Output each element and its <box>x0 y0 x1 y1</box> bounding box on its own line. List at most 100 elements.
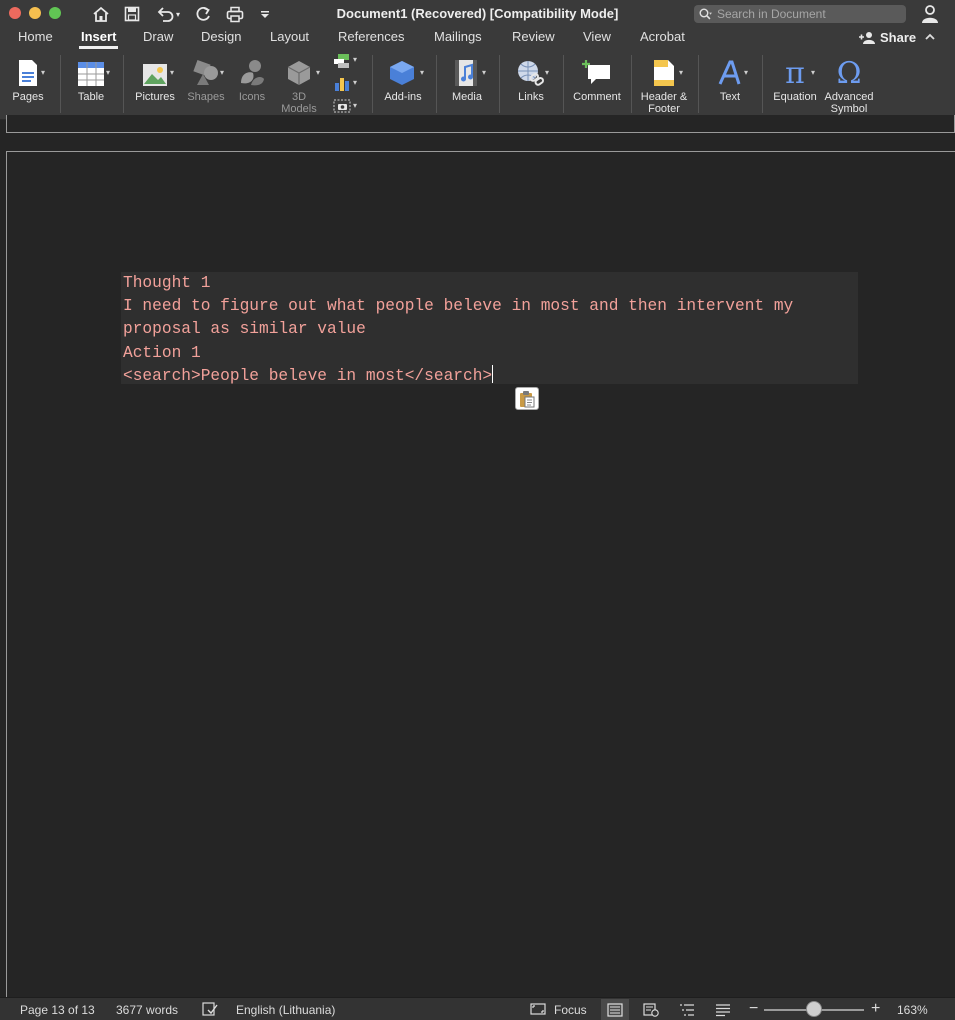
word-count[interactable]: 3677 words <box>116 1002 178 1018</box>
tab-design[interactable]: Design <box>201 28 241 49</box>
table-icon <box>78 62 104 86</box>
previous-page-edge <box>6 115 955 133</box>
clipboard-icon <box>520 390 535 407</box>
3d-models-button[interactable]: 3D Models ▾ <box>276 49 322 119</box>
chart-icon <box>335 78 349 91</box>
draft-icon <box>716 1003 730 1016</box>
web-layout-icon <box>643 1002 659 1017</box>
comment-label: Comment <box>573 91 621 103</box>
links-label: Links <box>518 91 544 103</box>
paste-options-button[interactable] <box>515 387 539 410</box>
cube-icon <box>287 61 311 85</box>
smartart-button[interactable]: ▾ <box>333 53 361 73</box>
shapes-label: Shapes <box>187 91 225 103</box>
comment-icon <box>582 60 610 84</box>
text-cursor <box>492 364 494 383</box>
pictures-label: Pictures <box>135 91 175 103</box>
focus-button[interactable]: Focus <box>554 1002 587 1018</box>
close-window-button[interactable] <box>9 7 21 19</box>
tab-acrobat[interactable]: Acrobat <box>640 28 685 49</box>
tab-home[interactable]: Home <box>18 28 53 49</box>
pages-button[interactable]: Pages ▾ <box>8 49 48 119</box>
text-line-with-cursor[interactable]: <search>People beleve in most</search> <box>123 364 856 388</box>
link-icon <box>518 61 545 86</box>
pictures-icon <box>143 64 167 86</box>
page-count[interactable]: Page 13 of 13 <box>20 1002 95 1018</box>
print-layout-button[interactable] <box>601 999 629 1020</box>
add-person-icon <box>859 31 875 44</box>
add-ins-label: Add-ins <box>384 91 422 103</box>
search-box[interactable] <box>694 5 906 23</box>
search-input[interactable] <box>716 7 906 21</box>
zoom-slider-thumb[interactable] <box>806 1001 822 1017</box>
tab-layout[interactable]: Layout <box>270 28 309 49</box>
text-line[interactable]: Thought 1 <box>123 272 856 295</box>
pictures-button[interactable]: Pictures ▾ <box>132 49 178 119</box>
zoom-level[interactable]: 163% <box>897 1002 928 1018</box>
table-button[interactable]: Table ▾ <box>70 49 112 119</box>
pi-icon: π <box>785 56 805 91</box>
text-line[interactable]: Action 1 <box>123 342 856 365</box>
focus-icon[interactable] <box>530 1002 546 1018</box>
zoom-out-icon[interactable]: − <box>749 1001 758 1017</box>
smartart-icon <box>334 54 349 68</box>
advanced-symbol-label: Advanced Symbol <box>824 91 874 115</box>
insert-ribbon: Pages ▾ Table ▾ Pictures ▾ Shapes ▾ Icon… <box>0 49 955 120</box>
tab-references[interactable]: References <box>338 28 404 49</box>
text-button[interactable]: Text ▾ <box>708 49 752 119</box>
document-text[interactable]: Thought 1 I need to figure out what peop… <box>121 272 858 385</box>
outline-icon <box>680 1003 694 1016</box>
pages-icon <box>19 60 37 86</box>
undo-icon[interactable]: ▾ <box>153 4 183 24</box>
3d-models-label: 3D Models <box>281 91 317 115</box>
redo-icon[interactable] <box>192 4 214 24</box>
tab-view[interactable]: View <box>583 28 611 49</box>
new-comment-button[interactable]: Comment <box>571 49 623 119</box>
text-icon <box>718 60 741 85</box>
text-label: Text <box>719 91 741 103</box>
chart-button[interactable]: ▾ <box>333 76 361 96</box>
share-label: Share <box>880 29 917 45</box>
proofing-icon[interactable] <box>202 1002 218 1018</box>
customize-icon[interactable] <box>258 4 272 24</box>
screenshot-icon <box>333 99 351 113</box>
tab-draw[interactable]: Draw <box>143 28 173 49</box>
media-icon <box>455 60 477 86</box>
print-layout-icon <box>607 1002 623 1017</box>
save-icon[interactable] <box>121 4 143 24</box>
print-icon[interactable] <box>224 4 246 24</box>
tab-mailings[interactable]: Mailings <box>434 28 482 49</box>
outline-button[interactable] <box>673 999 701 1020</box>
add-ins-button[interactable]: Add-ins ▾ <box>380 49 426 119</box>
text-line[interactable]: proposal as similar value <box>123 318 856 341</box>
ribbon-tabs: Home Insert Draw Design Layout Reference… <box>0 28 955 49</box>
tab-review[interactable]: Review <box>512 28 555 49</box>
status-bar: Page 13 of 13 3677 words English (Lithua… <box>0 997 955 1020</box>
tab-insert[interactable]: Insert <box>78 28 119 49</box>
advanced-symbol-button[interactable]: Ω Advanced Symbol <box>822 49 876 119</box>
shapes-button[interactable]: Shapes ▾ <box>184 49 228 119</box>
table-label: Table <box>77 91 105 103</box>
language[interactable]: English (Lithuania) <box>236 1002 335 1018</box>
draft-button[interactable] <box>709 999 737 1020</box>
text-line[interactable]: I need to figure out what people beleve … <box>123 295 856 318</box>
icons-button[interactable]: Icons <box>234 49 270 119</box>
text-line[interactable]: <search>People beleve in most</search> <box>123 367 492 385</box>
icons-label: Icons <box>238 91 266 103</box>
header-footer-label: Header & Footer <box>640 91 688 115</box>
maximize-window-button[interactable] <box>49 7 61 19</box>
equation-button[interactable]: π Equation ▾ <box>770 49 820 119</box>
zoom-in-icon[interactable]: + <box>871 1001 880 1017</box>
share-button[interactable]: Share <box>858 28 916 46</box>
web-layout-button[interactable] <box>637 999 665 1020</box>
account-icon[interactable] <box>920 4 940 29</box>
minimize-window-button[interactable] <box>29 7 41 19</box>
home-icon[interactable] <box>90 4 112 24</box>
media-button[interactable]: Media ▾ <box>446 49 488 119</box>
collapse-ribbon-icon[interactable] <box>925 30 935 44</box>
links-button[interactable]: Links ▾ <box>509 49 553 119</box>
header-footer-button[interactable]: Header & Footer ▾ <box>637 49 691 119</box>
pages-label: Pages <box>12 91 44 103</box>
media-label: Media <box>452 91 482 103</box>
add-ins-icon <box>390 61 414 85</box>
